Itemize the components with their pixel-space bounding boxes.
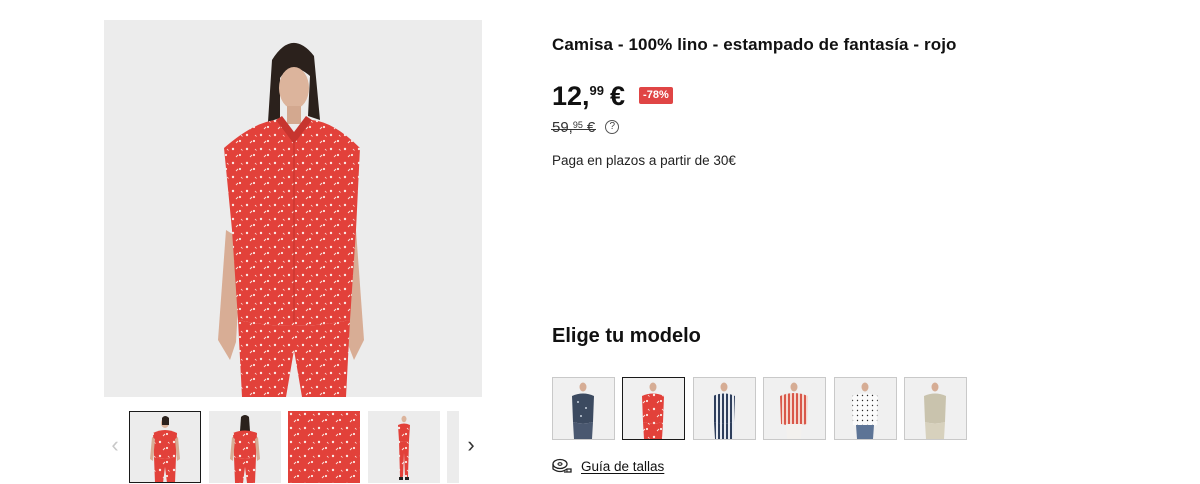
old-price: 59, 95 € [550, 118, 597, 138]
variant-image [924, 382, 946, 439]
thumbnail-image [398, 415, 410, 480]
measuring-tape-icon [552, 458, 572, 473]
old-price-currency: € [586, 119, 596, 136]
thumbnail-carousel: ‹ › [104, 408, 482, 484]
discount-badge: -78% [639, 87, 673, 104]
variant-image [713, 382, 735, 439]
variant-red-stripes[interactable] [763, 377, 826, 440]
thumbnail-full-body-view[interactable] [368, 411, 440, 483]
model-section-heading: Elige tu modelo [552, 325, 701, 347]
old-price-row: 59, 95 € ? [550, 118, 620, 138]
installments-text: Paga en plazos a partir de 30€ [552, 153, 736, 168]
variant-image [642, 382, 664, 439]
prev-arrow-icon[interactable]: ‹ [104, 431, 126, 459]
thumbnail-front-view[interactable] [129, 411, 201, 483]
old-price-decimals: 95 [572, 120, 583, 130]
thumbnail-fabric-detail[interactable] [288, 411, 360, 483]
size-guide-label: Guía de tallas [581, 458, 665, 474]
product-title: Camisa - 100% lino - estampado de fantas… [552, 35, 957, 54]
variant-image [572, 382, 594, 439]
product-page: ‹ › Camisa - 100% lino - estampado de fa… [0, 0, 1200, 484]
price-integer: 12, [552, 81, 590, 111]
thumbnail-back-view[interactable] [209, 411, 281, 483]
thumbnail-image [150, 416, 180, 483]
variant-navy-print[interactable] [552, 377, 615, 440]
thumbnail-partial-next[interactable] [447, 411, 459, 483]
main-product-image[interactable] [104, 20, 482, 397]
variant-red-print[interactable] [622, 377, 685, 440]
current-price: 12, 99 € -78% [552, 80, 673, 114]
price-currency: € [610, 81, 626, 111]
variant-image [780, 382, 808, 439]
variant-image [852, 382, 878, 439]
price-decimals: 99 [589, 83, 605, 98]
model-photo [218, 42, 364, 397]
variant-white-dots[interactable] [834, 377, 897, 440]
next-arrow-icon[interactable]: › [460, 431, 482, 459]
old-price-integer: 59, [552, 119, 573, 136]
question-mark-icon[interactable]: ? [605, 120, 620, 134]
thumbnail-image [288, 411, 360, 483]
size-guide-link[interactable]: Guía de tallas [552, 458, 664, 474]
variant-blue-stripes[interactable] [693, 377, 756, 440]
variant-beige[interactable] [904, 377, 967, 440]
thumbnail-image [230, 415, 260, 483]
